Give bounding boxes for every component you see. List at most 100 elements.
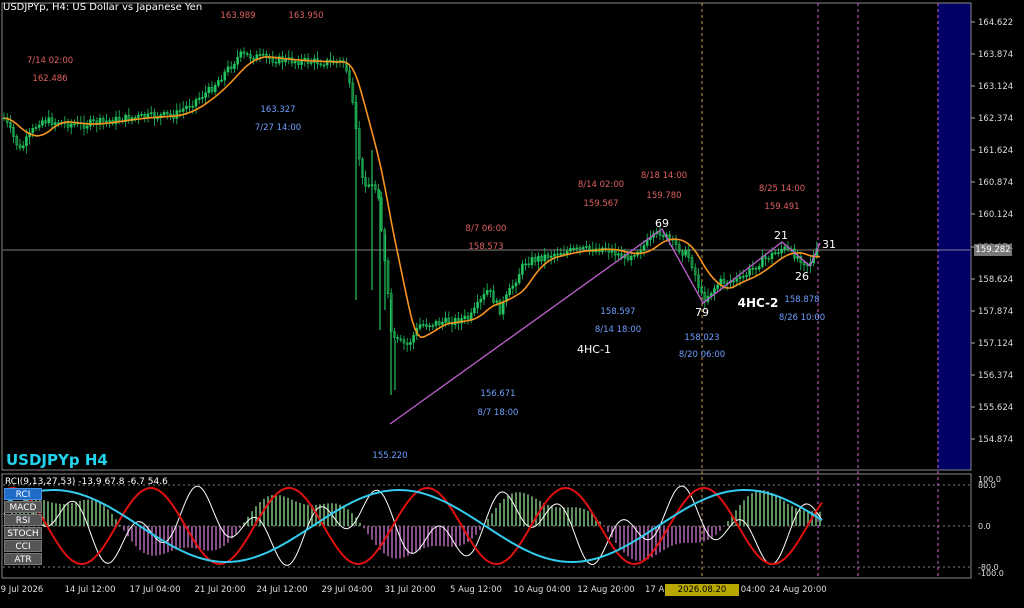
price-annotation-label: 159.780	[646, 191, 681, 201]
candle-body	[217, 80, 220, 86]
indicator-button-atr[interactable]: ATR	[4, 553, 42, 565]
candle-body	[140, 114, 143, 116]
candle-body	[751, 267, 755, 270]
price-annotation-label: 8/14 02:00	[578, 180, 624, 190]
candle-body	[156, 117, 159, 120]
candle-body	[21, 145, 25, 149]
candle-body	[85, 125, 89, 129]
candle-body	[521, 263, 524, 275]
candle-body	[441, 321, 444, 325]
candle-body	[617, 253, 620, 256]
indicator-button-rci[interactable]: RCI	[4, 488, 42, 500]
candle-body	[501, 301, 505, 315]
candle-body	[642, 245, 646, 251]
candle-body	[511, 285, 515, 289]
candle-body	[479, 298, 483, 303]
candle-body	[194, 99, 198, 107]
candle-body	[207, 86, 211, 93]
candle-body	[105, 120, 108, 123]
candle-body	[738, 276, 742, 279]
price-annotation-label: 163.989	[220, 11, 255, 21]
candle-body	[514, 282, 518, 287]
candle-body	[41, 120, 44, 126]
rci-header: RCI(9,13,27,53) -13.9 67.8 -6.7 54.6	[5, 477, 168, 487]
price-annotation-label: 158.597	[600, 307, 635, 317]
candle-body	[89, 119, 92, 127]
candle-body	[226, 66, 230, 73]
price-annotation-label: 8/14 18:00	[595, 325, 641, 335]
crosshair-date-tag: 2026.08.20 00:00	[665, 584, 739, 607]
price-axis-label: 157.874	[978, 307, 1013, 317]
price-annotation-label: 7/14 02:00	[27, 56, 73, 66]
candle-body	[434, 321, 438, 326]
candle-body	[508, 288, 511, 295]
candle-body	[418, 324, 422, 329]
candle-body	[463, 315, 467, 319]
price-annotation-label: 159.567	[583, 199, 618, 209]
candle-body	[149, 112, 153, 114]
pattern-label-4hc-1: 4HC-1	[577, 343, 611, 356]
candle-body	[633, 254, 636, 257]
candle-body	[745, 274, 748, 277]
price-axis-label: 154.874	[978, 435, 1013, 445]
price-annotation-label: 163.327	[260, 105, 295, 115]
wave-number-label: 26	[795, 270, 809, 283]
indicator-button-macd[interactable]: MACD	[4, 501, 42, 513]
candle-body	[757, 266, 761, 270]
candle-body	[25, 136, 28, 146]
price-axis-label: 158.624	[978, 275, 1013, 285]
candle-body	[770, 252, 774, 259]
price-annotation-label: 8/7 06:00	[466, 224, 507, 234]
current-price-tag: 159.282	[974, 244, 1012, 256]
price-axis-label: 163.874	[978, 50, 1013, 60]
candle-body	[309, 62, 313, 64]
candle-body	[543, 254, 547, 262]
rci-axis-label: -100.0	[978, 569, 1004, 578]
candle-body	[47, 117, 51, 124]
time-axis-label: 12 Aug 20:00	[577, 585, 634, 595]
wave-number-label: 21	[774, 229, 788, 242]
candle-body	[233, 63, 236, 69]
price-axis-label: 160.124	[978, 210, 1013, 220]
price-annotation-label: 8/7 18:00	[478, 408, 519, 418]
price-annotation-label: 8/18 14:00	[641, 171, 687, 181]
price-axis-label: 157.124	[978, 339, 1013, 349]
price-axis-label: 163.124	[978, 82, 1013, 92]
time-axis-label: 5 Aug 12:00	[450, 585, 502, 595]
candle-body	[133, 117, 137, 119]
price-axis-label: 161.624	[978, 146, 1013, 156]
candle-body	[684, 250, 687, 256]
candle-body	[185, 105, 188, 110]
candle-body	[444, 317, 447, 323]
candle-body	[581, 247, 585, 250]
indicator-button-stoch[interactable]: STOCH	[4, 527, 42, 539]
candle-body	[421, 324, 425, 326]
candle-body	[239, 51, 243, 58]
candle-body	[783, 246, 787, 250]
candle-body	[303, 57, 307, 61]
candle-body	[197, 97, 201, 100]
candle-body	[780, 248, 783, 254]
candle-body	[108, 120, 111, 122]
candle-body	[476, 301, 479, 309]
candle-body	[453, 317, 457, 325]
candle-body	[713, 288, 716, 294]
candle-body	[431, 325, 435, 327]
chart-title: USDJPYp, H4: US Dollar vs Japanese Yen	[3, 2, 203, 13]
candle-body	[485, 290, 489, 295]
candle-body	[716, 284, 719, 289]
candle-body	[473, 307, 476, 314]
candle-body	[325, 59, 329, 66]
price-axis-label: 162.374	[978, 114, 1013, 124]
symbol-watermark: USDJPYp H4	[6, 451, 108, 469]
candle-body	[629, 255, 633, 261]
time-axis-label: 9 Jul 2026	[1, 585, 44, 595]
indicator-button-cci[interactable]: CCI	[4, 540, 42, 552]
candle-body	[37, 124, 41, 128]
price-annotation-label: 7/27 14:00	[255, 123, 301, 133]
rci-axis-label: 80.0	[978, 481, 996, 490]
candle-body	[175, 110, 179, 119]
wave-number-label: 31	[822, 238, 836, 251]
indicator-button-rsi[interactable]: RSI	[4, 514, 42, 526]
chart-canvas[interactable]: 164.622 163.874 163.124 162.374 161.624 160.8…	[0, 0, 1024, 600]
